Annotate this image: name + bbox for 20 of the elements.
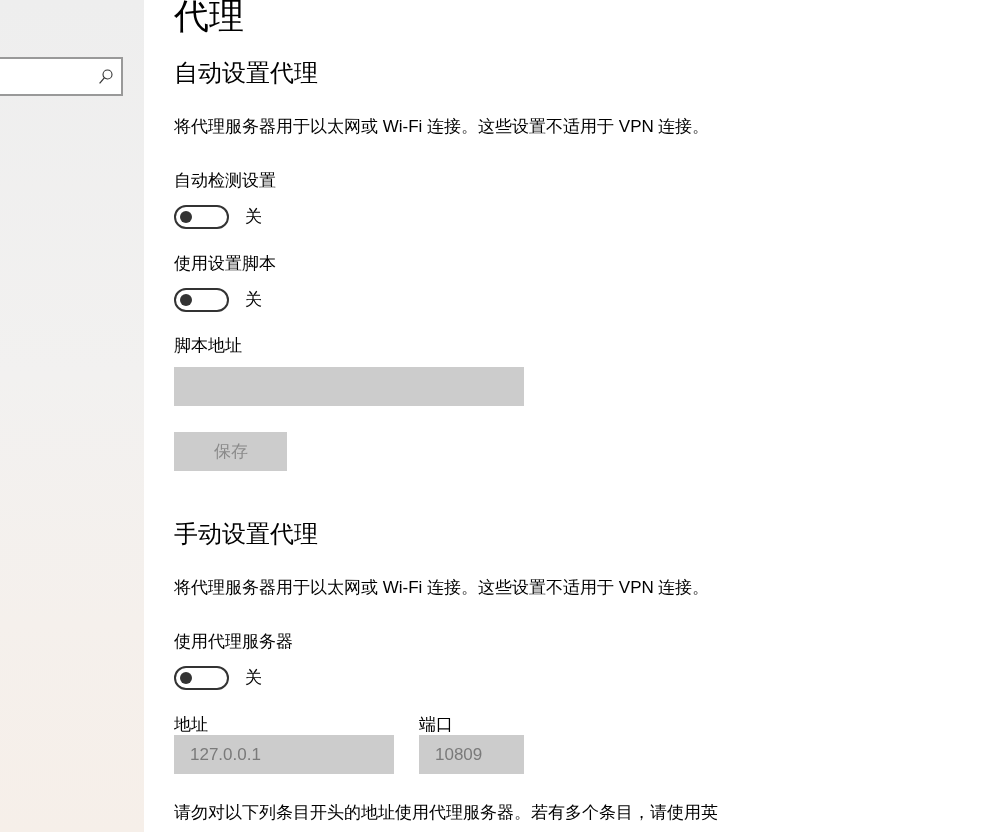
toggle-switch[interactable] <box>174 666 229 690</box>
section-heading: 自动设置代理 <box>174 58 319 88</box>
setting-label: 使用设置脚本 <box>174 253 277 275</box>
exclusion-note: 请勿对以下列条目开头的地址使用代理服务器。若有多个条目，请使用英 <box>174 802 719 824</box>
search-icon[interactable] <box>99 69 113 84</box>
section-description: 将代理服务器用于以太网或 Wi-Fi 连接。这些设置不适用于 VPN 连接。 <box>174 577 711 599</box>
setting-label: 自动检测设置 <box>174 170 277 192</box>
setting-label: 使用代理服务器 <box>174 631 294 653</box>
field-label: 地址 <box>174 715 209 735</box>
field-label: 端口 <box>419 715 454 735</box>
toggle-switch[interactable] <box>174 205 229 229</box>
section-heading: 手动设置代理 <box>174 519 319 549</box>
search-field[interactable] <box>0 57 123 96</box>
toggle-switch[interactable] <box>174 288 229 312</box>
toggle-status: 关 <box>245 667 262 689</box>
section-description: 将代理服务器用于以太网或 Wi-Fi 连接。这些设置不适用于 VPN 连接。 <box>174 116 711 138</box>
field-label: 脚本地址 <box>174 335 243 357</box>
page-title: 代理 <box>174 0 245 35</box>
toggle-status: 关 <box>245 289 262 311</box>
toggle-status: 关 <box>245 206 262 228</box>
